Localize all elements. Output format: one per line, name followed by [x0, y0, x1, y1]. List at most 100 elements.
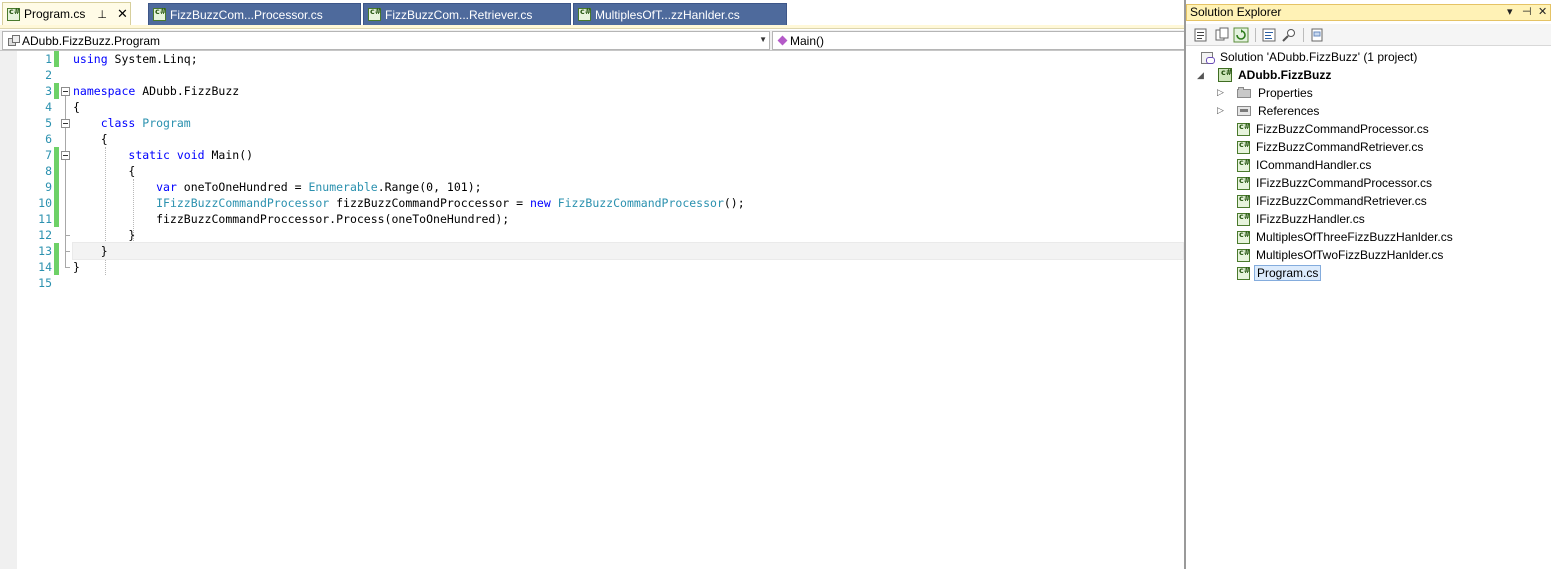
outline-cell	[59, 259, 71, 275]
cs-file-icon	[1237, 194, 1250, 208]
code-line[interactable]: using System.Linq;	[73, 51, 1183, 67]
code-line[interactable]: }	[73, 227, 1183, 243]
type-token: IFizzBuzzCommandProcessor	[156, 196, 330, 210]
view-designer-icon[interactable]	[1309, 27, 1325, 43]
tree-node-item[interactable]: Properties	[1237, 84, 1313, 102]
auto-hide-icon[interactable]: ⊣	[1522, 5, 1532, 20]
outline-cell	[59, 179, 71, 195]
node-label: Properties	[1258, 86, 1313, 100]
tab-label: Program.cs	[24, 7, 86, 21]
code-token: fizzBuzzCommandProccessor =	[329, 196, 530, 210]
code-line[interactable]	[73, 67, 1183, 83]
code-line[interactable]: {	[73, 163, 1183, 179]
tab-fizzbuzz-command-retriever[interactable]: FizzBuzzCom...Retriever.cs	[363, 3, 571, 25]
panel-title: Solution Explorer	[1190, 5, 1282, 19]
indicator-margin[interactable]	[0, 51, 17, 569]
cs-file-icon	[1237, 212, 1250, 226]
tree-node-item[interactable]: ICommandHandler.cs	[1237, 156, 1371, 174]
line-number: 12	[38, 228, 52, 242]
tree-node-item[interactable]: IFizzBuzzCommandRetriever.cs	[1237, 192, 1427, 210]
outline-cell	[59, 67, 71, 83]
keyword-token: static	[128, 148, 170, 162]
code-line[interactable]: {	[73, 99, 1183, 115]
collapse-toggle-icon[interactable]	[61, 119, 70, 128]
type-token: FizzBuzzCommandProcessor	[557, 196, 724, 210]
code-line[interactable]: class Program	[73, 115, 1183, 131]
tree-node-item[interactable]: Program.cs	[1237, 264, 1322, 282]
document-tab-strip: Program.cs ⊥ ✕ FizzBuzzCom...Processor.c…	[0, 0, 1186, 25]
tree-node-item[interactable]: References	[1237, 102, 1319, 120]
tree-node-item[interactable]: MultiplesOfThreeFizzBuzzHanlder.cs	[1237, 228, 1453, 246]
code-token: ();	[723, 196, 745, 210]
collapse-toggle-icon[interactable]	[61, 151, 70, 160]
code-line[interactable]: }	[73, 259, 1183, 275]
tree-node-project[interactable]: ADubb.FizzBuzz	[1218, 66, 1331, 84]
close-icon[interactable]: ✕	[1538, 5, 1547, 20]
navigation-bar: ADubb.FizzBuzz.Program ▼ Main()	[0, 30, 1548, 51]
tab-multiples-of-two-handler[interactable]: MultiplesOfT...zzHanlder.cs	[573, 3, 787, 25]
refresh-icon[interactable]	[1233, 27, 1249, 43]
line-number: 11	[38, 212, 52, 226]
line-number: 15	[38, 276, 52, 290]
collapse-toggle-icon[interactable]	[61, 87, 70, 96]
code-line[interactable]: namespace ADubb.FizzBuzz	[73, 83, 1183, 99]
code-editor[interactable]: 1 2 3 4 5 6 7 8 9 10 11 12 13 14 15 using System.Linq;…	[0, 51, 1186, 569]
window-position-icon[interactable]: ▾	[1507, 5, 1513, 20]
csharp-project-icon	[1218, 68, 1232, 82]
code-line[interactable]: {	[73, 131, 1183, 147]
tree-node-solution[interactable]: Solution 'ADubb.FizzBuzz' (1 project)	[1200, 48, 1417, 66]
properties-icon[interactable]	[1193, 27, 1209, 43]
code-line[interactable]	[73, 275, 1183, 291]
code-line[interactable]: var oneToOneHundred = Enumerable.Range(0…	[73, 179, 1183, 195]
cs-file-icon	[1237, 266, 1250, 280]
line-number: 10	[38, 196, 52, 210]
tab-label: MultiplesOfT...zzHanlder.cs	[595, 7, 740, 22]
class-diagram-icon[interactable]	[1281, 27, 1297, 43]
type-selector-dropdown[interactable]: ADubb.FizzBuzz.Program ▼	[2, 31, 770, 50]
tree-node-item[interactable]: FizzBuzzCommandRetriever.cs	[1237, 138, 1423, 156]
code-line[interactable]: fizzBuzzCommandProccessor.Process(oneToO…	[73, 211, 1183, 227]
line-number: 6	[45, 132, 52, 146]
line-number: 3	[45, 84, 52, 98]
tree-node-item[interactable]: IFizzBuzzHandler.cs	[1237, 210, 1365, 228]
toolbar-separator	[1303, 28, 1304, 42]
code-line[interactable]: IFizzBuzzCommandProcessor fizzBuzzComman…	[73, 195, 1183, 211]
close-icon[interactable]: ✕	[117, 6, 128, 22]
view-code-icon[interactable]	[1261, 27, 1277, 43]
cs-file-icon	[1237, 176, 1250, 190]
line-number: 13	[38, 244, 52, 258]
code-token: ADubb.FizzBuzz	[135, 84, 240, 98]
collapse-arrow-icon[interactable]: ◢	[1197, 71, 1204, 81]
code-line[interactable]: static void Main()	[73, 147, 1183, 163]
tab-strip-rule	[0, 25, 1186, 29]
line-number: 2	[45, 68, 52, 82]
tree-node-item[interactable]: IFizzBuzzCommandProcessor.cs	[1237, 174, 1432, 192]
outline-cell	[59, 51, 71, 67]
expand-arrow-icon[interactable]: ▷	[1217, 88, 1224, 98]
code-token: {	[73, 100, 80, 114]
chevron-down-icon[interactable]: ▼	[759, 35, 767, 44]
expand-arrow-icon[interactable]: ▷	[1217, 106, 1224, 116]
code-line[interactable]: }	[72, 242, 1184, 260]
line-number: 5	[45, 116, 52, 130]
line-number: 9	[45, 180, 52, 194]
pin-icon[interactable]: ⊥	[97, 8, 107, 21]
cs-file-icon	[7, 7, 20, 21]
code-text-area[interactable]: using System.Linq; namespace ADubb.FizzBu…	[72, 51, 1184, 291]
tab-fizzbuzz-command-processor[interactable]: FizzBuzzCom...Processor.cs	[148, 3, 361, 25]
node-label: MultiplesOfTwoFizzBuzzHanlder.cs	[1256, 248, 1444, 262]
tree-node-item[interactable]: MultiplesOfTwoFizzBuzzHanlder.cs	[1237, 246, 1443, 264]
cs-file-icon	[1237, 158, 1250, 172]
tree-node-item[interactable]: FizzBuzzCommandProcessor.cs	[1237, 120, 1429, 138]
tab-program-cs[interactable]: Program.cs ⊥ ✕	[2, 2, 131, 25]
node-label: IFizzBuzzCommandProcessor.cs	[1256, 176, 1433, 190]
solution-icon	[1200, 50, 1215, 64]
type-token: Program	[142, 116, 191, 130]
code-token: Main()	[204, 148, 254, 162]
show-all-files-icon[interactable]	[1214, 27, 1230, 43]
node-label: FizzBuzzCommandProcessor.cs	[1256, 122, 1429, 136]
line-number: 8	[45, 164, 52, 178]
code-token: }	[73, 244, 108, 258]
